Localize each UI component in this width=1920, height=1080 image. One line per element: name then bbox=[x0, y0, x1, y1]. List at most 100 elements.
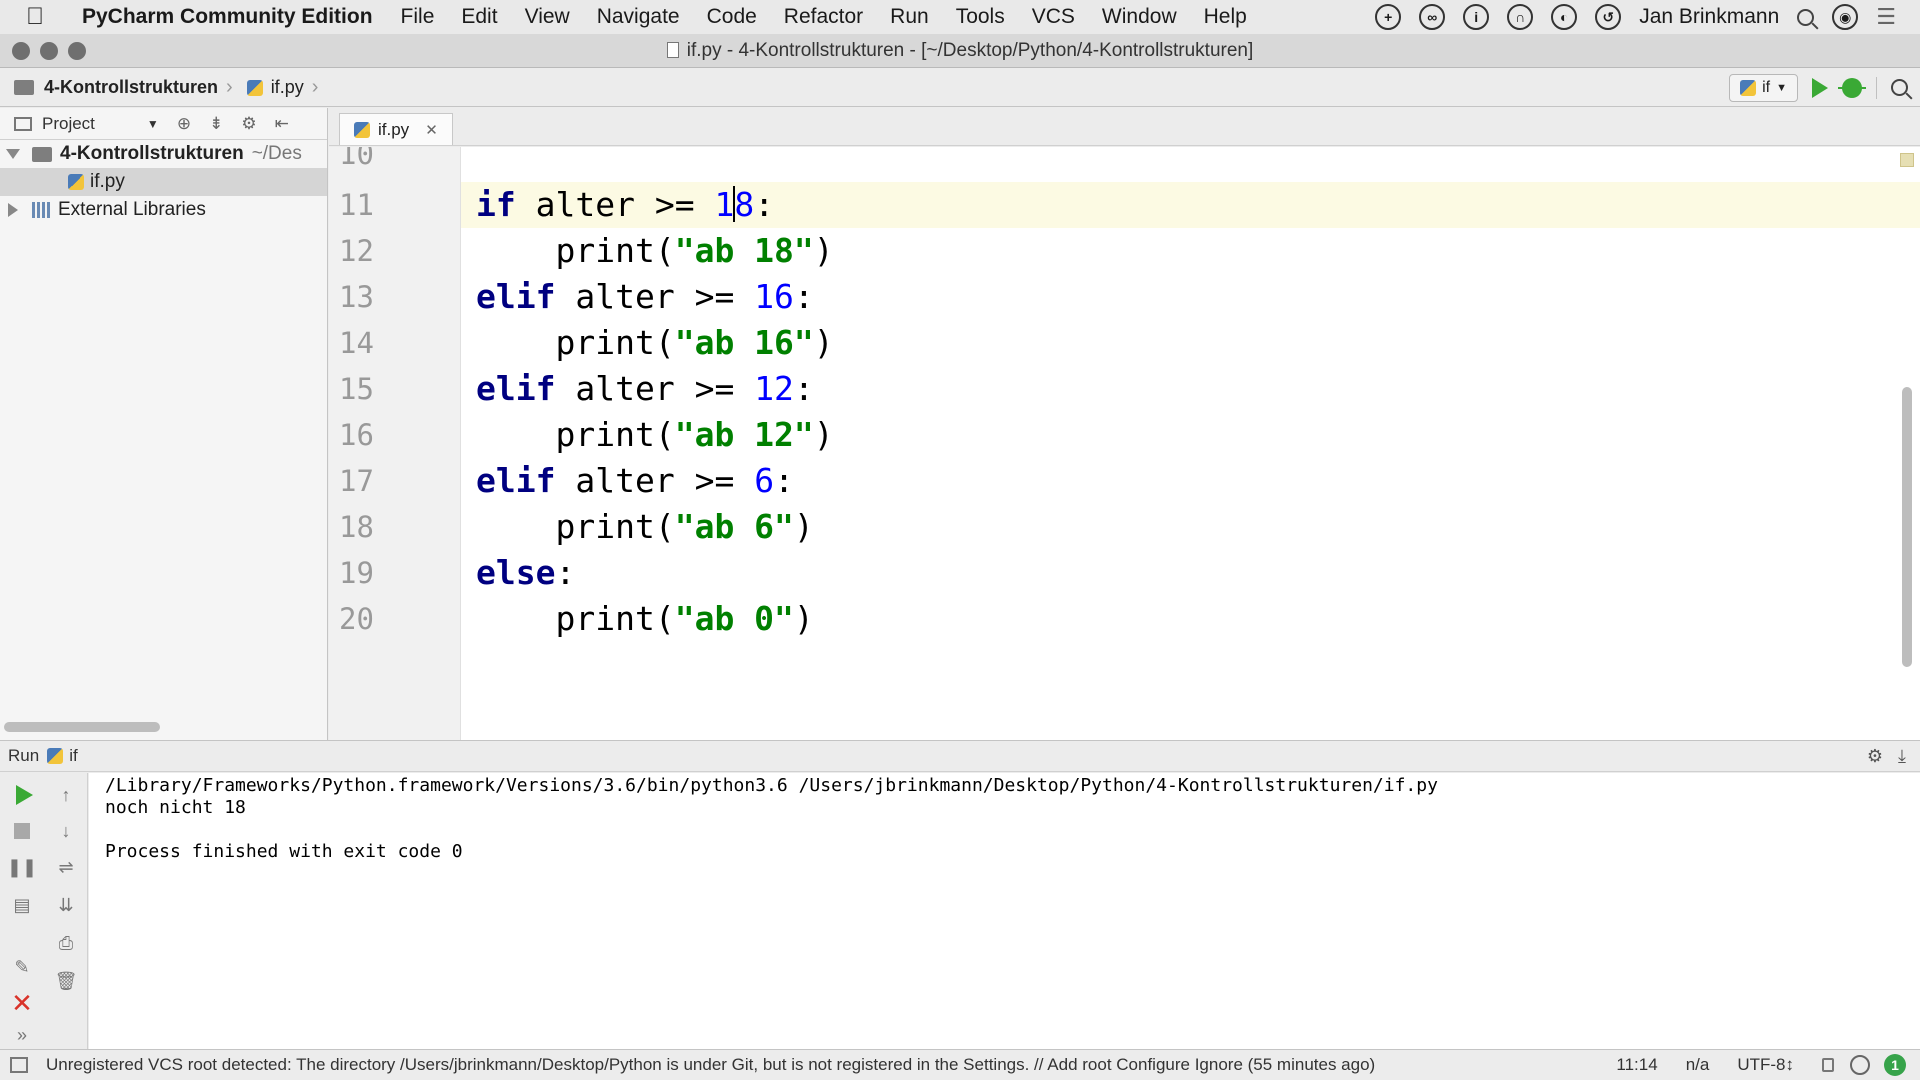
line-number: 18 bbox=[339, 510, 374, 544]
menu-navigate[interactable]: Navigate bbox=[597, 5, 680, 29]
time-machine-icon[interactable]: ↺ bbox=[1595, 4, 1622, 30]
run-configuration-dropdown[interactable]: if ▼ bbox=[1729, 73, 1798, 102]
tree-item-project-root[interactable]: 4-Kontrollstrukturen ~/Des bbox=[0, 140, 327, 168]
apple-icon[interactable]:  bbox=[26, 3, 66, 31]
stop-button[interactable] bbox=[10, 819, 34, 843]
hector-icon[interactable] bbox=[1850, 1055, 1870, 1075]
code-line[interactable]: print("ab 12") bbox=[476, 412, 833, 458]
file-encoding[interactable]: UTF-8↕ bbox=[1737, 1055, 1794, 1075]
hide-panel-icon[interactable]: ⇤ bbox=[275, 114, 289, 134]
lock-icon[interactable] bbox=[1822, 1058, 1834, 1072]
code-line[interactable]: elif alter >= 16: bbox=[476, 274, 814, 320]
code-line[interactable]: print("ab 16") bbox=[476, 320, 833, 366]
code-line[interactable]: if alter >= 18: bbox=[476, 182, 774, 228]
user-name[interactable]: Jan Brinkmann bbox=[1639, 5, 1779, 29]
close-icon[interactable]: ✕ bbox=[10, 988, 34, 1018]
password-manager-icon[interactable]: i bbox=[1463, 4, 1490, 30]
soft-wrap-icon[interactable]: ⇌ bbox=[54, 855, 78, 879]
keyword: if bbox=[476, 185, 516, 224]
clear-all-icon[interactable]: 🗑 bbox=[54, 969, 78, 993]
menu-vcs[interactable]: VCS bbox=[1032, 5, 1075, 29]
menu-view[interactable]: View bbox=[525, 5, 570, 29]
menu-run[interactable]: Run bbox=[890, 5, 929, 29]
plus-icon[interactable]: + bbox=[1375, 4, 1402, 30]
debug-icon[interactable] bbox=[1838, 77, 1866, 98]
tree-item-label: External Libraries bbox=[58, 199, 206, 220]
run-tool-window-label[interactable]: Run bbox=[8, 746, 39, 766]
print-icon[interactable]: ⎙ bbox=[54, 931, 78, 955]
run-config-tab[interactable]: if bbox=[69, 746, 78, 766]
hide-panel-icon[interactable]: ⤓ bbox=[1898, 746, 1906, 766]
line-separator[interactable]: n/a bbox=[1686, 1055, 1710, 1075]
gear-icon[interactable]: ⚙ bbox=[241, 114, 256, 134]
code-token: alter bbox=[535, 185, 635, 224]
code-token: ) bbox=[813, 231, 834, 270]
expand-arrow-icon[interactable] bbox=[6, 149, 20, 159]
expand-arrow-icon[interactable] bbox=[8, 203, 18, 217]
notification-center-icon[interactable]: ☰ bbox=[1876, 4, 1896, 30]
navigation-bar: 4-Kontrollstrukturen › if.py › if ▼ bbox=[0, 69, 1920, 107]
menu-refactor[interactable]: Refactor bbox=[784, 5, 863, 29]
creative-cloud-icon[interactable]: ∞ bbox=[1419, 4, 1446, 30]
caret-position[interactable]: 11:14 bbox=[1616, 1055, 1657, 1075]
rerun-button[interactable] bbox=[12, 783, 36, 807]
tab-if-py[interactable]: if.py ✕ bbox=[339, 113, 453, 145]
code-line[interactable]: elif alter >= 12: bbox=[476, 366, 814, 412]
line-number: 10 bbox=[339, 147, 374, 171]
code-editor[interactable]: 10 11 12 13 14 15 16 17 18 19 20 if alter >= 18: p… bbox=[329, 147, 1920, 740]
code-line[interactable]: print("ab 0") bbox=[476, 596, 813, 642]
search-everywhere-icon[interactable] bbox=[1891, 79, 1908, 96]
code-line[interactable]: print("ab 18") bbox=[476, 228, 834, 274]
vertical-scrollbar[interactable] bbox=[1902, 387, 1912, 667]
vcs-notification-message[interactable]: Unregistered VCS root detected: The dire… bbox=[46, 1055, 1616, 1075]
pause-button[interactable]: ❚❚ bbox=[7, 855, 37, 879]
toggle-tool-windows-icon[interactable] bbox=[10, 1057, 28, 1073]
menu-help[interactable]: Help bbox=[1204, 5, 1247, 29]
status-bar: Unregistered VCS root detected: The dire… bbox=[0, 1049, 1920, 1080]
code-line[interactable]: print("ab 6") bbox=[476, 504, 813, 550]
inspection-marker[interactable] bbox=[1900, 153, 1914, 167]
scroll-to-end-icon[interactable]: ⇊ bbox=[54, 893, 78, 917]
alfred-icon[interactable]: ∩ bbox=[1507, 4, 1534, 30]
menu-window[interactable]: Window bbox=[1102, 5, 1177, 29]
run-icon[interactable] bbox=[1812, 77, 1828, 98]
python-file-icon bbox=[47, 748, 64, 764]
more-actions-icon[interactable]: » bbox=[10, 1023, 34, 1047]
leaf-icon[interactable]: ◐ bbox=[1551, 4, 1578, 30]
menu-edit[interactable]: Edit bbox=[461, 5, 497, 29]
scroll-from-source-icon[interactable]: ⊕ bbox=[177, 114, 191, 134]
event-log-badge[interactable]: 1 bbox=[1884, 1054, 1906, 1076]
run-toolbar: ↑ ↓ ❚❚ ⇌ ▤ ⇊ ⎙ ✎ 🗑 ✕ » bbox=[0, 773, 88, 1049]
siri-icon[interactable]: ◉ bbox=[1832, 4, 1859, 30]
menu-tools[interactable]: Tools bbox=[956, 5, 1005, 29]
breadcrumb-label: 4-Kontrollstrukturen bbox=[44, 77, 219, 97]
chevron-right-icon: › bbox=[226, 76, 233, 98]
close-tab-icon[interactable]: ✕ bbox=[425, 121, 438, 139]
up-arrow-icon[interactable]: ↑ bbox=[54, 783, 78, 807]
console-command-line: /Library/Frameworks/Python.framework/Ver… bbox=[105, 775, 1438, 796]
console-empty-line bbox=[105, 819, 1920, 841]
horizontal-scrollbar[interactable] bbox=[4, 722, 160, 732]
menu-file[interactable]: File bbox=[401, 5, 435, 29]
project-view-selector[interactable]: Project bbox=[42, 114, 95, 134]
layout-icon[interactable]: ▤ bbox=[10, 893, 34, 917]
tree-item-if-py[interactable]: if.py bbox=[0, 168, 327, 196]
code-line[interactable]: elif alter >= 6: bbox=[476, 458, 794, 504]
menu-code[interactable]: Code bbox=[707, 5, 757, 29]
code-token: ( bbox=[654, 415, 675, 454]
gear-icon[interactable]: ⚙ bbox=[1867, 746, 1883, 766]
pin-tab-icon[interactable]: ✎ bbox=[10, 955, 34, 979]
breadcrumb-file[interactable]: if.py › bbox=[246, 76, 318, 99]
breadcrumb-project[interactable]: 4-Kontrollstrukturen › bbox=[14, 76, 233, 99]
line-number-gutter[interactable]: 10 11 12 13 14 15 16 17 18 19 20 bbox=[329, 147, 461, 740]
down-arrow-icon[interactable]: ↓ bbox=[54, 819, 78, 843]
run-console-output[interactable]: /Library/Frameworks/Python.framework/Ver… bbox=[89, 773, 1920, 1049]
tree-item-external-libraries[interactable]: External Libraries bbox=[0, 196, 327, 224]
string-literal: "ab 12" bbox=[674, 415, 814, 454]
collapse-all-icon[interactable]: ⇟ bbox=[209, 114, 223, 134]
code-line[interactable]: else: bbox=[476, 550, 575, 596]
spotlight-search-icon[interactable] bbox=[1797, 8, 1815, 26]
chevron-down-icon[interactable]: ▼ bbox=[147, 117, 159, 131]
app-name-menu[interactable]: PyCharm Community Edition bbox=[82, 5, 373, 29]
